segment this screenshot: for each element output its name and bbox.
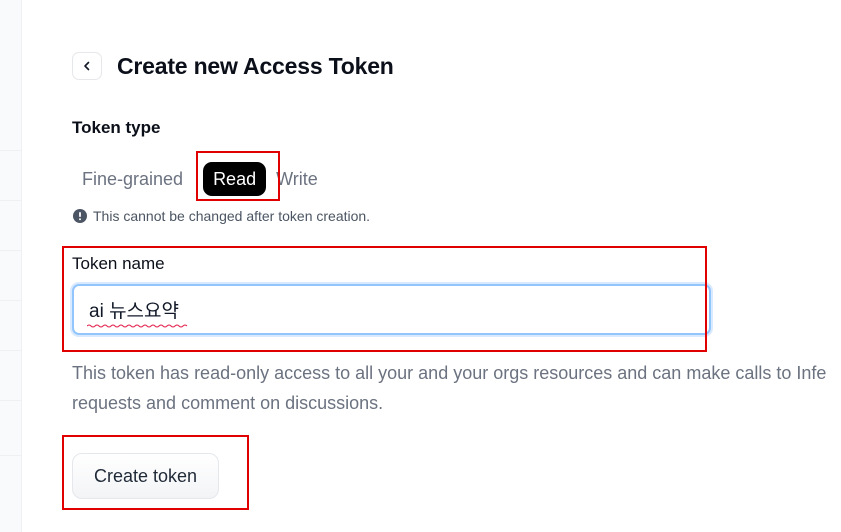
- token-description: This token has read-only access to all y…: [72, 358, 841, 418]
- token-type-note-text: This cannot be changed after token creat…: [93, 208, 371, 224]
- sidebar-divider: [0, 250, 22, 251]
- sidebar-divider: [0, 150, 22, 151]
- token-name-label: Token name: [72, 254, 165, 273]
- token-description-line: This token has read-only access to all y…: [72, 363, 827, 383]
- token-description-line: requests and comment on discussions.: [72, 393, 384, 413]
- sidebar-divider: [0, 455, 22, 456]
- chevron-left-icon: [84, 61, 90, 71]
- sidebar-divider: [0, 350, 22, 351]
- token-type-fine-grained[interactable]: Fine-grained: [72, 162, 193, 196]
- token-type-label: Token type: [72, 118, 161, 137]
- left-sidebar: [0, 0, 22, 532]
- page-title: Create new Access Token: [117, 53, 394, 79]
- sidebar-divider: [0, 300, 22, 301]
- create-token-button[interactable]: Create token: [72, 453, 219, 499]
- token-type-write[interactable]: Write: [266, 162, 328, 196]
- sidebar-divider: [0, 200, 22, 201]
- back-button[interactable]: [72, 52, 102, 80]
- token-type-selector: Fine-grained Read Write: [72, 160, 328, 198]
- token-name-input[interactable]: [72, 284, 711, 335]
- token-type-note: This cannot be changed after token creat…: [73, 208, 370, 224]
- token-type-read[interactable]: Read: [203, 162, 267, 196]
- exclamation-circle-icon: [73, 209, 87, 223]
- sidebar-divider: [0, 400, 22, 401]
